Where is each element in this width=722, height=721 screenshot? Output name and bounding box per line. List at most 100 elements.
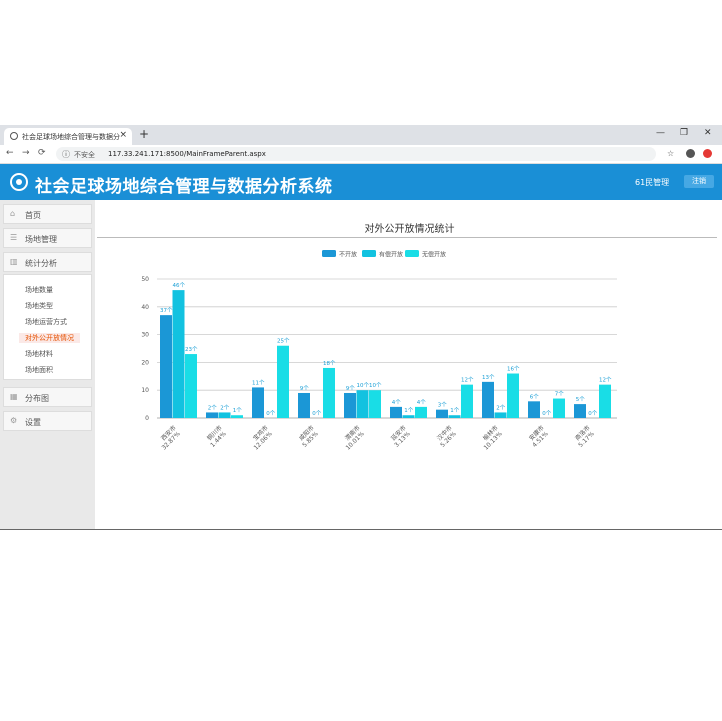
bar (461, 384, 473, 418)
security-label: 不安全 (74, 151, 95, 159)
address-bar: ← → ⟳ ⓘ 不安全 117.33.241.171:8500/MainFram… (0, 145, 722, 164)
y-tick-label: 10 (141, 387, 149, 394)
bar (553, 398, 565, 418)
bar-value-label: 9个 (346, 385, 355, 392)
submenu-item-material[interactable]: 场地材料 (25, 349, 53, 359)
list-icon: ☰ (10, 233, 18, 242)
bar-value-label: 12个 (461, 377, 474, 384)
submenu-item-count[interactable]: 场地数量 (25, 285, 53, 295)
bar-value-label: 7个 (555, 391, 564, 398)
bar-value-label: 0个 (266, 410, 275, 417)
bar-chart-icon: ▥ (10, 257, 18, 266)
reload-icon[interactable]: ⟳ (38, 148, 46, 158)
bar-value-label: 1个 (450, 407, 459, 414)
submenu-item-openness[interactable]: 对外公开放情况 (19, 333, 80, 343)
bar (448, 415, 461, 418)
browser-window: 社会足球场地综合管理与数据分析系 × + — ❐ ✕ ← → ⟳ ⓘ 不安全 1… (0, 125, 722, 531)
minimize-icon[interactable]: — (656, 128, 665, 138)
close-tab-icon[interactable]: × (119, 130, 127, 140)
bar-value-label: 9个 (300, 385, 309, 392)
soccer-ball-logo-icon (10, 173, 28, 191)
bar (436, 409, 448, 418)
info-icon[interactable]: ⓘ (62, 149, 70, 160)
submenu-item-operation[interactable]: 场地运营方式 (25, 317, 67, 327)
menu-settings[interactable]: ⚙ 设置 (3, 411, 92, 431)
bar (185, 354, 197, 418)
bar-value-label: 3个 (438, 402, 447, 409)
bar-value-label: 6个 (530, 393, 539, 400)
tab-title: 社会足球场地综合管理与数据分析系 (22, 133, 120, 141)
y-tick-label: 40 (141, 304, 149, 311)
browser-tab[interactable]: 社会足球场地综合管理与数据分析系 × (4, 128, 132, 145)
maximize-icon[interactable]: ❐ (680, 128, 688, 138)
stats-submenu: 场地数量 场地类型 场地运营方式 对外公开放情况 场地材料 场地面积 (3, 274, 92, 380)
sidebar: ⌂ 首页 ☰ 场地管理 ▥ 统计分析 场地数量 场地类型 场地运营方式 对外公开… (0, 200, 95, 530)
bar-value-label: 1个 (404, 407, 413, 414)
bar (218, 412, 231, 418)
bar (323, 367, 335, 418)
bar (494, 412, 507, 418)
bar (402, 415, 415, 418)
bar-value-label: 11个 (252, 379, 265, 386)
y-tick-label: 20 (141, 359, 149, 366)
globe-icon (10, 132, 18, 140)
bar (369, 390, 381, 418)
bar-value-label: 0个 (542, 410, 551, 417)
forward-icon[interactable]: → (22, 148, 30, 158)
menu-venue-management[interactable]: ☰ 场地管理 (3, 228, 92, 248)
menu-settings-label: 设置 (25, 418, 41, 427)
bar-value-label: 0个 (312, 410, 321, 417)
bar (252, 387, 264, 418)
menu-statistics[interactable]: ▥ 统计分析 (3, 252, 92, 272)
back-icon[interactable]: ← (6, 148, 14, 158)
bar-value-label: 10个 (357, 382, 370, 389)
legend-label: 有偿开放 (379, 251, 403, 259)
bar (390, 406, 402, 418)
y-tick-label: 0 (145, 415, 149, 422)
menu-distribution-map[interactable]: ▦ 分布图 (3, 387, 92, 407)
logout-button[interactable]: 注销 (684, 175, 714, 188)
legend-swatch (362, 250, 376, 257)
submenu-item-area[interactable]: 场地面积 (25, 365, 53, 375)
app-header: 社会足球场地综合管理与数据分析系统 61民管理 注销 (0, 164, 722, 200)
bar (344, 392, 356, 418)
openness-bar-chart: 不开放 有偿开放 无偿开放0102030405037个46个23个西安市32.87%… (141, 250, 617, 452)
gear-icon: ⚙ (10, 416, 18, 425)
menu-home[interactable]: ⌂ 首页 (3, 204, 92, 224)
title-divider (97, 237, 717, 238)
current-user[interactable]: 61民管理 (635, 177, 669, 188)
bar (172, 290, 185, 418)
bar (507, 373, 519, 418)
bar-value-label: 46个 (173, 282, 186, 289)
account-icon[interactable] (686, 149, 695, 158)
map-icon: ▦ (10, 392, 18, 401)
bar-value-label: 4个 (417, 399, 426, 406)
bar-value-label: 18个 (323, 360, 336, 367)
legend-label: 无偿开放 (422, 251, 446, 259)
bar (277, 345, 289, 418)
bookmark-star-icon[interactable]: ☆ (667, 149, 674, 158)
url-field[interactable]: ⓘ 不安全 117.33.241.171:8500/MainFrameParen… (56, 147, 656, 161)
bar (482, 381, 494, 418)
bar (298, 392, 310, 418)
bar (415, 406, 427, 418)
legend-label: 不开放 (339, 251, 357, 259)
bar-value-label: 10个 (369, 382, 382, 389)
main-content: 对外公开放情况统计 不开放 有偿开放 无偿开放 0 10 20 30 40 50 37个 46个 23… (97, 202, 722, 530)
bar-value-label: 25个 (277, 338, 290, 345)
bar (574, 404, 586, 418)
menu-stats-label: 统计分析 (25, 259, 57, 268)
legend-swatch (405, 250, 419, 257)
bar-value-label: 2个 (208, 404, 217, 411)
y-tick-label: 50 (141, 276, 149, 283)
new-tab-button[interactable]: + (139, 127, 149, 141)
extension-icon[interactable] (703, 149, 712, 158)
bar-value-label: 2个 (220, 404, 229, 411)
bar-value-label: 5个 (576, 396, 585, 403)
legend-swatch (322, 250, 336, 257)
bar (356, 390, 369, 418)
close-window-icon[interactable]: ✕ (704, 128, 712, 138)
chart-title: 对外公开放情况统计 (364, 224, 455, 235)
submenu-item-type[interactable]: 场地类型 (25, 301, 53, 311)
menu-distribution-label: 分布图 (25, 394, 49, 403)
